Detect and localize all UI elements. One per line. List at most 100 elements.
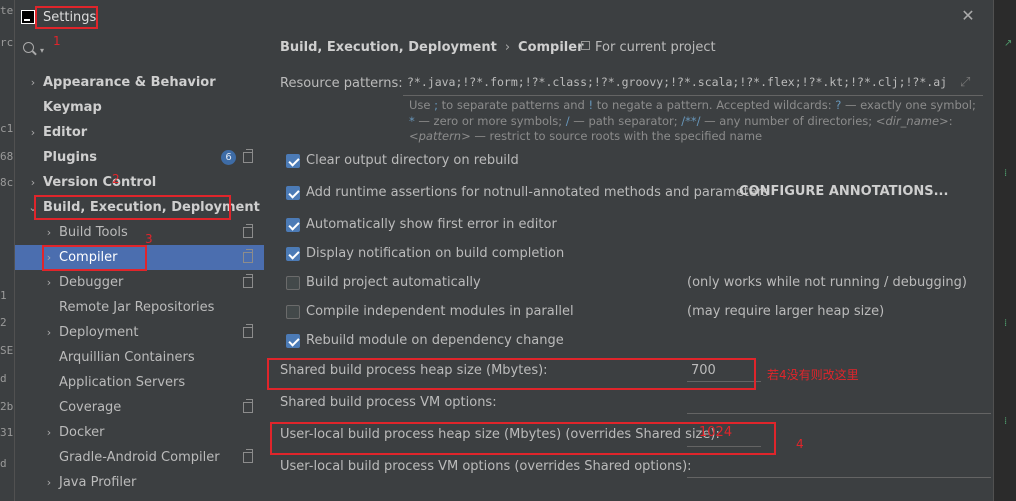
update-count-badge: 6 [221, 150, 236, 165]
annotation-box-4 [270, 422, 776, 455]
chevron-right-icon[interactable]: › [27, 120, 39, 145]
sidebar-item-appearance-behavior[interactable]: › Appearance & Behavior [15, 70, 264, 95]
annotation-number: 4 [796, 437, 804, 451]
sidebar-item-label: Arquillian Containers [59, 350, 195, 365]
sidebar-item-label: Build Tools [59, 225, 128, 240]
bg-text: SE [0, 344, 14, 357]
build-automatically-note: (only works while not running / debuggin… [687, 275, 967, 290]
annotation-box-heap [267, 358, 756, 390]
annotation-box-1 [35, 6, 98, 29]
annotation-box-2 [34, 195, 231, 220]
intellij-icon [21, 10, 35, 24]
checkbox[interactable] [286, 247, 300, 261]
breadcrumb-item: Compiler [518, 40, 584, 55]
project-scope-icon [243, 274, 253, 288]
sidebar-item-label: Coverage [59, 400, 122, 415]
sidebar-item-keymap[interactable]: Keymap [15, 95, 264, 120]
sidebar-item-java-profiler[interactable]: › Java Profiler [15, 470, 264, 495]
project-scope-icon [243, 324, 253, 338]
sidebar-item-label: Deployment [59, 325, 139, 340]
bg-text: 2 [0, 316, 7, 329]
chevron-right-icon[interactable]: › [43, 470, 55, 495]
sidebar-item-label: Remote Jar Repositories [59, 300, 215, 315]
checkbox[interactable] [286, 186, 300, 200]
project-scope-icon [243, 399, 253, 413]
project-scope-icon [243, 224, 253, 238]
sidebar-item-label: Application Servers [59, 375, 186, 390]
bg-text: 1 [0, 289, 7, 302]
sidebar-item-label: Gradle-Android Compiler [59, 450, 220, 465]
fold-icon: ⁞ [1004, 318, 1008, 329]
ide-right-gutter: ↗ ⁞ ⁞ ⁞ [994, 0, 1016, 501]
bg-text: 8c [0, 176, 14, 189]
breadcrumb-separator: › [504, 40, 511, 55]
checkbox[interactable] [286, 154, 300, 168]
sidebar-item-version-control[interactable]: › Version Control [15, 170, 264, 195]
sidebar-item-application-servers[interactable]: Application Servers [15, 370, 264, 395]
fold-icon: ⁞ [1004, 416, 1008, 427]
for-project-label: For current project [595, 40, 716, 55]
chevron-right-icon[interactable]: › [27, 70, 39, 95]
user-vm-label: User-local build process VM options (ove… [280, 459, 692, 474]
bg-text: 31 [0, 426, 14, 439]
checkbox[interactable] [286, 305, 300, 319]
sidebar-item-gradle-android-compiler[interactable]: Gradle-Android Compiler [15, 445, 264, 470]
project-scope-icon [243, 149, 253, 163]
sidebar-item-coverage[interactable]: Coverage [15, 395, 264, 420]
shared-vm-input[interactable] [687, 391, 991, 414]
bg-text: 2b [0, 400, 14, 413]
sidebar-item-arquillian-containers[interactable]: Arquillian Containers [15, 345, 264, 370]
resource-patterns-label: Resource patterns: [280, 76, 403, 91]
sidebar-item-debugger[interactable]: › Debugger [15, 270, 264, 295]
bg-text: d [0, 372, 7, 385]
bg-text: te [0, 4, 14, 17]
ide-editor-fragment: te rc c1 68 8c 1 2 SE d 2b 31 d [0, 0, 14, 501]
close-icon[interactable]: ✕ [959, 7, 977, 25]
sidebar-item-editor[interactable]: › Editor [15, 120, 264, 145]
sidebar-item-build-tools[interactable]: › Build Tools [15, 220, 264, 245]
checkbox[interactable] [286, 334, 300, 348]
search-icon[interactable]: ▾ [23, 40, 53, 60]
chevron-right-icon[interactable]: › [43, 220, 55, 245]
sidebar-item-plugins[interactable]: Plugins 6 [15, 145, 264, 170]
sidebar-item-deployment[interactable]: › Deployment [15, 320, 264, 345]
project-scope-icon [243, 449, 253, 463]
sidebar-item-label: Version Control [43, 175, 157, 190]
chevron-right-icon[interactable]: › [27, 170, 39, 195]
sidebar-item-label: Keymap [43, 100, 102, 115]
for-current-project: For current project [581, 40, 716, 55]
resource-patterns-help: Use ; to separate patterns and ! to nega… [409, 98, 976, 143]
arrow-icon: ↗ [1004, 38, 1013, 49]
sidebar-item-docker[interactable]: › Docker [15, 420, 264, 445]
sidebar-item-label: Docker [59, 425, 105, 440]
dialog-titlebar: Settings ✕ [15, 0, 993, 34]
resource-patterns-input[interactable]: ?*.java;!?*.form;!?*.class;!?*.groovy;!?… [403, 72, 983, 96]
expand-icon[interactable]: ⤢ [960, 75, 970, 90]
shared-vm-label: Shared build process VM options: [280, 395, 497, 410]
configure-annotations-button[interactable]: CONFIGURE ANNOTATIONS... [739, 184, 948, 199]
checkbox[interactable] [286, 218, 300, 232]
checkbox[interactable] [286, 276, 300, 290]
project-scope-icon [243, 249, 253, 263]
bg-text: rc [0, 36, 14, 49]
fold-icon: ⁞ [1004, 168, 1008, 179]
chevron-right-icon[interactable]: › [43, 270, 55, 295]
annotation-number: 1 [53, 34, 61, 48]
project-scope-icon [581, 41, 590, 50]
breadcrumb-item[interactable]: Build, Execution, Deployment [280, 40, 497, 55]
sidebar-item-remote-jar-repositories[interactable]: Remote Jar Repositories [15, 295, 264, 320]
sidebar-item-label: Appearance & Behavior [43, 75, 216, 90]
bg-text: 68 [0, 150, 14, 163]
annotation-number: 3 [145, 232, 153, 246]
breadcrumb: Build, Execution, Deployment › Compiler [280, 40, 584, 55]
annotation-box-3 [42, 245, 147, 271]
sidebar-item-label: Java Profiler [59, 475, 137, 490]
chevron-right-icon[interactable]: › [43, 320, 55, 345]
sidebar-item-label: Debugger [59, 275, 124, 290]
bg-text: c1 [0, 122, 14, 135]
sidebar-item-label: Editor [43, 125, 88, 140]
annotation-note: 若4没有则改这里 [767, 368, 859, 382]
parallel-compile-note: (may require larger heap size) [687, 304, 885, 319]
user-vm-input[interactable] [687, 455, 991, 478]
chevron-right-icon[interactable]: › [43, 420, 55, 445]
